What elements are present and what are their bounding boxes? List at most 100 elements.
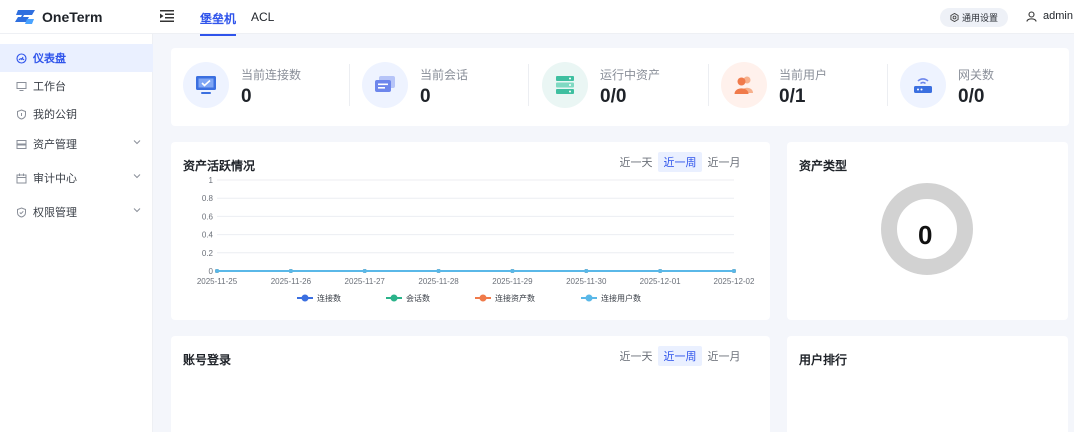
- x-tick-label: 2025-12-02: [714, 277, 755, 286]
- series-point: [658, 269, 663, 273]
- stat-value: 0: [241, 86, 252, 107]
- server-icon: [556, 76, 574, 94]
- x-tick-label: 2025-11-25: [197, 277, 238, 286]
- series-point: [362, 269, 367, 273]
- legend-label: 连接用户数: [601, 293, 641, 303]
- divider: [349, 64, 350, 106]
- chat-icon: [375, 76, 395, 92]
- stat-icon-badge: [900, 62, 946, 108]
- sidebar-item-public-key[interactable]: 我的公钥: [0, 100, 153, 128]
- series-point: [288, 269, 293, 273]
- oneterm-logo-icon: [15, 10, 35, 24]
- series-point: [510, 269, 515, 273]
- asset-activity-card: 资产活跃情况 近一天 近一周 近一月 0 0.2 0.4 0.6 0.8 1 2025-11…: [171, 142, 770, 320]
- stat-value: 0/1: [779, 86, 806, 107]
- legend-marker: [390, 294, 398, 302]
- y-tick-label: 0: [209, 267, 214, 276]
- x-tick-label: 2025-11-30: [566, 277, 607, 286]
- top-bar: OneTerm 堡垒机 ACL 通用设置 admin: [0, 0, 1074, 36]
- sidebar-item-dashboard[interactable]: 仪表盘: [0, 44, 153, 72]
- stat-icon-badge: [542, 62, 588, 108]
- stats-card: 当前连接数 0 当前会话 0 运行中资产 0/0 当前用户 0/1 网关数 0/…: [171, 48, 1069, 126]
- users-icon: [734, 76, 753, 94]
- sidebar-item-label: 仪表盘: [33, 53, 66, 65]
- stat-icon-badge: [362, 62, 408, 108]
- stat-icon-badge: [183, 62, 229, 108]
- monitor-icon: [16, 81, 27, 91]
- y-tick-label: 0.2: [202, 249, 214, 258]
- general-settings-label: 通用设置: [962, 13, 999, 23]
- time-range-selector: 近一天 近一周 近一月: [614, 346, 746, 366]
- settings-icon: [950, 13, 959, 22]
- range-week[interactable]: 近一周: [658, 346, 702, 366]
- monitor-icon: [196, 76, 216, 94]
- shield-check-icon: [17, 206, 26, 218]
- sidebar: 仪表盘 工作台 我的公钥 资产管理 审计中心 权限管理: [0, 34, 153, 432]
- legend-marker: [479, 294, 487, 302]
- legend-marker: [301, 294, 309, 302]
- sidebar-item-workbench[interactable]: 工作台: [0, 72, 153, 100]
- sidebar-item-asset-management[interactable]: 资产管理: [0, 130, 153, 158]
- x-tick-label: 2025-11-29: [492, 277, 533, 286]
- server-icon: [16, 139, 27, 149]
- asset-activity-line-chart: 0 0.2 0.4 0.6 0.8 1 2025-11-25 2025-11-26 2025-1…: [197, 176, 755, 303]
- stat-label: 运行中资产: [600, 68, 661, 82]
- gateway-icon: [914, 78, 932, 93]
- top-nav-acl[interactable]: ACL: [251, 10, 274, 24]
- calendar-icon: [16, 173, 27, 183]
- sidebar-item-audit-center[interactable]: 审计中心: [0, 164, 153, 192]
- user-ranking-card: 用户排行: [787, 336, 1068, 432]
- y-tick-label: 0.6: [202, 212, 214, 221]
- user-name: admin: [1043, 10, 1073, 22]
- user-icon: [1026, 10, 1037, 22]
- y-tick-label: 0.4: [202, 231, 214, 240]
- stat-label: 当前用户: [779, 68, 828, 82]
- y-tick-label: 1: [209, 176, 214, 185]
- chevron-down-icon: [133, 208, 141, 213]
- range-day[interactable]: 近一天: [614, 346, 658, 366]
- stat-label: 当前连接数: [241, 68, 302, 82]
- series-point: [584, 269, 589, 273]
- app-name: OneTerm: [42, 9, 103, 25]
- stat-value: 0/0: [600, 86, 627, 107]
- range-month[interactable]: 近一月: [702, 346, 746, 366]
- legend-label: 会话数: [406, 293, 430, 303]
- user-menu[interactable]: admin: [1026, 10, 1073, 22]
- series-point: [732, 269, 736, 273]
- x-tick-label: 2025-11-28: [418, 277, 459, 286]
- card-title: 用户排行: [799, 353, 848, 367]
- stat-label: 当前会话: [420, 68, 469, 82]
- stat-value: 0: [420, 86, 431, 107]
- chevron-down-icon: [133, 140, 141, 145]
- divider: [887, 64, 888, 106]
- sidebar-item-label: 我的公钥: [33, 109, 77, 121]
- stat-label: 网关数: [958, 68, 995, 82]
- card-title: 账号登录: [183, 353, 232, 367]
- top-nav-bastion[interactable]: 堡垒机: [200, 10, 237, 36]
- y-tick-label: 0.8: [202, 194, 214, 203]
- asset-type-card: 资产类型 0: [787, 142, 1068, 320]
- x-tick-label: 2025-11-26: [271, 277, 312, 286]
- chevron-down-icon: [133, 174, 141, 179]
- stat-icon-badge: [721, 62, 767, 108]
- x-tick-label: 2025-11-27: [345, 277, 386, 286]
- sidebar-item-label: 审计中心: [33, 173, 77, 185]
- account-login-card: 账号登录 近一天 近一周 近一月: [171, 336, 770, 432]
- legend-marker: [585, 294, 593, 302]
- dashboard-icon: [16, 52, 27, 64]
- x-tick-label: 2025-12-01: [640, 277, 681, 286]
- menu-fold-icon[interactable]: [160, 10, 174, 22]
- stat-value: 0/0: [958, 86, 985, 107]
- divider: [708, 64, 709, 106]
- shield-key-icon: [17, 108, 26, 120]
- sidebar-item-label: 权限管理: [33, 207, 77, 219]
- legend-label: 连接数: [317, 293, 341, 303]
- general-settings-button[interactable]: 通用设置: [940, 8, 1009, 27]
- legend-label: 连接资产数: [495, 293, 535, 303]
- series-point: [436, 269, 441, 273]
- sidebar-item-permission-management[interactable]: 权限管理: [0, 198, 153, 226]
- sidebar-item-label: 资产管理: [33, 139, 77, 151]
- divider: [528, 64, 529, 106]
- series-point: [215, 269, 219, 273]
- app-logo[interactable]: OneTerm: [14, 9, 102, 25]
